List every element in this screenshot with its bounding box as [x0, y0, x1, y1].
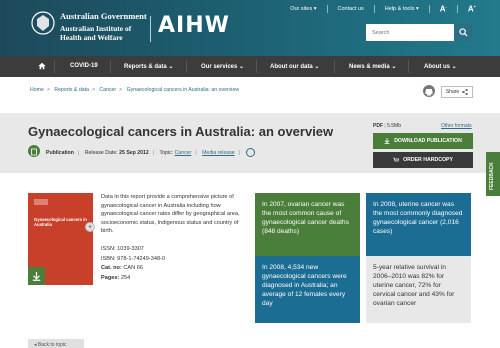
other-formats-link[interactable]: Other formats	[441, 123, 472, 129]
nav-divider	[186, 60, 187, 73]
aihw-logo[interactable]: AIHW	[158, 13, 230, 38]
search-button[interactable]	[454, 24, 472, 41]
cart-icon	[393, 157, 400, 162]
file-format: PDF	[373, 123, 383, 129]
document-icon	[31, 148, 37, 156]
isbn: ISBN: 978-1-74249-348-0	[101, 255, 166, 262]
utility-divider	[373, 4, 375, 13]
nav-divider	[256, 60, 257, 73]
publication-type: Publication	[46, 149, 74, 156]
text-size-decrease-button[interactable]: A-	[440, 4, 447, 14]
nav-item-covid-19[interactable]: COVID-19	[70, 63, 98, 69]
utility-divider	[456, 4, 458, 13]
issn: ISSN: 1039-3307	[101, 246, 144, 252]
publication-icon	[28, 145, 40, 157]
site-header: Australian Government Australian Institu…	[0, 0, 500, 56]
contact-us-link[interactable]: Contact us	[338, 6, 364, 12]
share-button[interactable]: Share	[441, 86, 473, 98]
page-title: Gynaecological cancers in Australia: an …	[28, 124, 334, 139]
download-icon	[384, 138, 390, 144]
release-date: 25 Sep 2012	[119, 149, 149, 156]
report-facts: ISSN: 1039-3307 ISBN: 978-1-74249-348-0 …	[101, 245, 165, 283]
back-to-topic-link[interactable]: ◂ Back to topic	[28, 339, 84, 348]
print-button[interactable]	[423, 85, 435, 97]
print-icon	[425, 89, 433, 96]
coat-of-arms-icon	[31, 11, 55, 35]
search-icon	[458, 28, 468, 37]
breadcrumb-reports-data[interactable]: Reports & data	[54, 87, 89, 93]
publication-meta: Publication | Release Date: 25 Sep 2012 | …	[46, 148, 255, 157]
text-size-increase-button[interactable]: A+	[468, 4, 476, 14]
file-size: 5.5Mb	[387, 123, 401, 129]
download-label: DOWNLOAD PUBLICATION	[394, 138, 462, 144]
pdf-info: PDF | 5.5Mb	[373, 123, 401, 129]
feedback-label: FEEDBACK	[489, 162, 495, 190]
back-arrow-icon: ◂	[34, 342, 37, 348]
nav-item-news-media[interactable]: News & media ⌄	[349, 63, 396, 70]
nav-divider	[110, 60, 111, 73]
nav-item-reports-data[interactable]: Reports & data ⌄	[124, 63, 173, 70]
gov-line-1: Australian Government	[60, 11, 147, 21]
page-count: Pages: 254	[101, 274, 131, 281]
breadcrumb: Home > Reports & data > Cancer > Gynaecolog…	[30, 87, 240, 93]
nav-divider	[54, 60, 55, 73]
notification-icon[interactable]	[245, 148, 255, 157]
government-logo-text[interactable]: Australian Government Australian Institu…	[60, 11, 147, 43]
utility-divider	[428, 4, 430, 13]
order-hardcopy-button[interactable]: ORDER HARDCOPY	[373, 152, 473, 168]
breadcrumb-home[interactable]: Home	[30, 87, 44, 93]
cover-title: Gynaecological cancers in Australia	[34, 217, 87, 227]
key-finding-tile: 5-year relative survival in 2006–2010 wa…	[366, 256, 471, 323]
key-finding-tile: In 2008, uterine cancer was the most com…	[366, 193, 471, 258]
key-finding-tile: In 2008, 4,534 new gynaecological cancer…	[255, 256, 360, 323]
catalogue-number: Cat. no: CAN 66	[101, 265, 143, 272]
share-label: Share	[445, 89, 460, 95]
nav-item-about-our-data[interactable]: About our data ⌄	[270, 63, 319, 70]
cover-logo	[34, 199, 48, 205]
search-input[interactable]	[366, 24, 454, 41]
feedback-tab[interactable]: FEEDBACK	[486, 152, 500, 196]
topic-link[interactable]: Cancer	[175, 150, 192, 156]
report-description: Data in this report provide a comprehens…	[101, 194, 240, 235]
media-release-link[interactable]: Media release	[202, 150, 235, 156]
utility-menu: Our sites ▾ Contact us Help & tools ▾ A-…	[290, 4, 476, 14]
release-label: Release Date:	[84, 149, 118, 156]
nav-item-our-services[interactable]: Our services ⌄	[201, 63, 244, 70]
breadcrumb-cancer[interactable]: Cancer	[99, 87, 116, 93]
main-nav: COVID-19 Reports & data ⌄ Our services ⌄…	[0, 56, 500, 77]
gov-line-2: Australian Institute of	[60, 24, 132, 33]
download-publication-button[interactable]: DOWNLOAD PUBLICATION	[373, 133, 473, 149]
download-icon	[32, 271, 41, 281]
expand-cover-button[interactable]: +	[85, 222, 95, 232]
nav-item-about-us[interactable]: About us ⌄	[424, 63, 457, 70]
key-finding-tile: In 2007, ovarian cancer was the most com…	[255, 193, 360, 258]
cover-download-button[interactable]	[28, 267, 45, 285]
header-divider	[150, 16, 151, 42]
home-icon[interactable]	[38, 62, 46, 70]
help-tools-link[interactable]: Help & tools ▾	[385, 6, 419, 12]
gov-line-3: Health and Welfare	[60, 33, 123, 42]
nav-divider	[334, 60, 335, 73]
topic-label: Topic:	[159, 149, 174, 156]
share-icon	[462, 89, 468, 95]
utility-divider	[326, 4, 328, 13]
our-sites-link[interactable]: Our sites ▾	[290, 6, 316, 12]
breadcrumb-current[interactable]: Gynaecological cancers in Australia: an …	[127, 87, 239, 93]
nav-divider	[408, 60, 409, 73]
order-label: ORDER HARDCOPY	[403, 157, 453, 163]
